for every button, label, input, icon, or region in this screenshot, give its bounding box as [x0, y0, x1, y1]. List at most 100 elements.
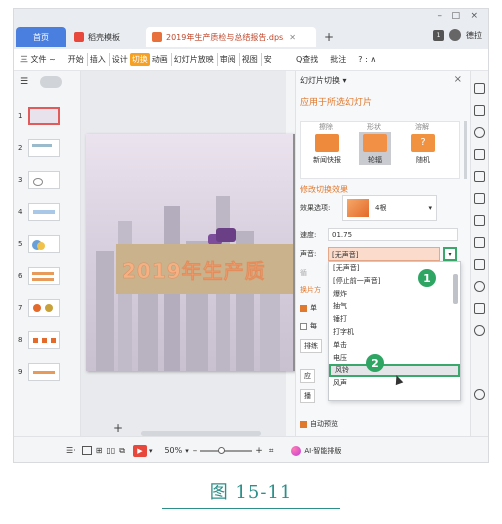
fullscreen-icon[interactable]: ⧉ [119, 446, 125, 456]
slide-thumbnail[interactable] [28, 235, 60, 253]
zoom-menu-icon[interactable]: ▾ [185, 447, 189, 455]
notes-icon[interactable]: ☰· [66, 446, 76, 455]
slide-thumbnail[interactable] [28, 139, 60, 157]
list-item[interactable]: 爆炸 [329, 288, 460, 301]
checkbox[interactable] [300, 322, 307, 330]
shape-icon[interactable] [474, 105, 485, 116]
help-icon[interactable] [474, 389, 485, 400]
menu-view[interactable]: 视图 [238, 53, 260, 66]
slide-thumbnail[interactable] [28, 363, 60, 381]
rehearse-button[interactable]: 排练 [300, 339, 322, 353]
menu-animation[interactable]: 动画 [150, 53, 170, 66]
tab-home[interactable]: 首页 [16, 27, 66, 47]
effect-random[interactable]: ? 随机 [407, 134, 439, 165]
thumbnail-row[interactable]: 1 [18, 107, 60, 125]
zoom-slider-knob[interactable] [218, 446, 226, 454]
every-checkbox[interactable]: 每 [300, 321, 317, 331]
pane-title[interactable]: 幻灯片切换 ▾ [300, 75, 347, 86]
dropdown-scrollbar[interactable] [453, 274, 458, 304]
comment-button[interactable]: 批注 [328, 53, 348, 66]
checkbox[interactable] [300, 304, 307, 312]
file-menu[interactable]: 三 文件 ~ [18, 53, 58, 66]
title-banner[interactable]: 2019年生产质 [116, 244, 293, 294]
slide-title[interactable]: 2019年生产质 [122, 255, 266, 284]
menu-design[interactable]: 设计 [108, 53, 130, 66]
slide-canvas[interactable]: 2019年生产质 [86, 134, 296, 371]
animation-icon[interactable] [474, 149, 485, 160]
slide-thumbnail[interactable] [28, 171, 60, 189]
properties-icon[interactable] [474, 83, 485, 94]
slide-thumbnail[interactable] [28, 107, 60, 125]
play-slideshow-button[interactable]: ▶ [132, 444, 147, 457]
reading-view-icon[interactable]: ▯▯ [106, 446, 115, 455]
list-item[interactable]: 打字机 [329, 326, 460, 339]
avatar[interactable] [449, 29, 461, 41]
edit-icon[interactable] [474, 237, 485, 248]
menu-slideshow[interactable]: 幻灯片放映 [170, 53, 216, 66]
close-window-button[interactable]: × [470, 11, 478, 21]
normal-view-icon[interactable] [81, 446, 92, 455]
effect-wheel[interactable]: 轮辐 [359, 132, 391, 165]
close-tab-icon[interactable]: ✕ [289, 33, 296, 42]
effect-options-select[interactable]: 4根 ▾ [342, 195, 437, 221]
maximize-button[interactable]: □ [451, 11, 460, 21]
badge[interactable]: 1 [433, 29, 444, 41]
thumbnail-row[interactable]: 8 [18, 331, 60, 349]
slide-thumbnail[interactable] [28, 331, 60, 349]
menu-review[interactable]: 审阅 [216, 53, 238, 66]
menu-transition[interactable]: 切换 [129, 53, 150, 66]
thumbnail-row[interactable]: 4 [18, 203, 60, 221]
tab-document[interactable]: 2019年生产质检与总结报告.dps ✕ [146, 27, 316, 47]
layout-icon[interactable] [474, 193, 485, 204]
style-icon[interactable] [474, 127, 485, 138]
slide-thumbnail[interactable] [28, 203, 60, 221]
more-menu[interactable]: ? : ∧ [356, 54, 378, 65]
list-item[interactable]: 单击 [329, 339, 460, 352]
effect-news-flash[interactable]: 新闻快报 [311, 134, 343, 165]
zoom-slider[interactable] [200, 446, 253, 454]
fit-window-icon[interactable]: ⌗ [269, 446, 274, 456]
zoom-in-button[interactable]: + [255, 446, 263, 456]
thumbnail-row[interactable]: 7 [18, 299, 60, 317]
menu-start[interactable]: 开始 [66, 53, 86, 66]
share-icon[interactable] [474, 215, 485, 226]
on-click-checkbox[interactable]: 单 [300, 303, 317, 313]
audio-icon[interactable] [474, 281, 485, 292]
zoom-out-button[interactable]: – [193, 446, 198, 456]
speed-input[interactable]: 01.75 [328, 228, 458, 241]
outline-view-icon[interactable]: ☰ [20, 77, 28, 87]
play-options-icon[interactable]: ▾ [149, 447, 153, 455]
list-item[interactable]: [停止前一声音] [329, 275, 460, 288]
list-item[interactable]: [无声音] [329, 262, 460, 275]
account-name[interactable]: 德拉 [466, 30, 482, 41]
list-item[interactable]: 电压 [329, 352, 460, 365]
pane-close-icon[interactable]: × [454, 74, 462, 85]
list-item[interactable]: 抽气 [329, 300, 460, 313]
sound-select[interactable]: [无声音] [328, 247, 440, 261]
sound-dropdown-button[interactable]: ▾ [443, 247, 457, 261]
apply-all-button[interactable]: 应 [300, 369, 315, 383]
play-button[interactable]: 播 [300, 389, 315, 403]
search-button[interactable]: Q查找 [294, 53, 320, 66]
zoom-value[interactable]: 50% [164, 446, 182, 455]
ai-layout-button[interactable]: AI·智能排版 [304, 446, 341, 456]
thumbnail-row[interactable]: 6 [18, 267, 60, 285]
menu-security[interactable]: 安 [260, 53, 274, 66]
auto-preview-checkbox[interactable]: 自动预览 [300, 419, 338, 429]
new-tab-button[interactable]: + [324, 30, 334, 44]
backup-icon[interactable] [474, 303, 485, 314]
thumbnail-row[interactable]: 3 [18, 171, 60, 189]
slide-thumbnail[interactable] [28, 299, 60, 317]
list-item[interactable]: 锤打 [329, 313, 460, 326]
thumbnail-view-toggle[interactable] [40, 76, 62, 88]
thumbnail-row[interactable]: 9 [18, 363, 60, 381]
tab-docer-templates[interactable]: 稻壳模板 [68, 27, 144, 47]
slide-thumbnail[interactable] [28, 267, 60, 285]
gallery-scrollbar[interactable] [464, 121, 467, 179]
menu-insert[interactable]: 插入 [86, 53, 108, 66]
minimize-button[interactable]: – [438, 11, 443, 21]
checkbox[interactable] [300, 420, 307, 428]
add-slide-button[interactable]: + [113, 421, 123, 435]
image-icon[interactable] [474, 259, 485, 270]
loop-checkbox-label[interactable]: 循 [300, 268, 307, 278]
